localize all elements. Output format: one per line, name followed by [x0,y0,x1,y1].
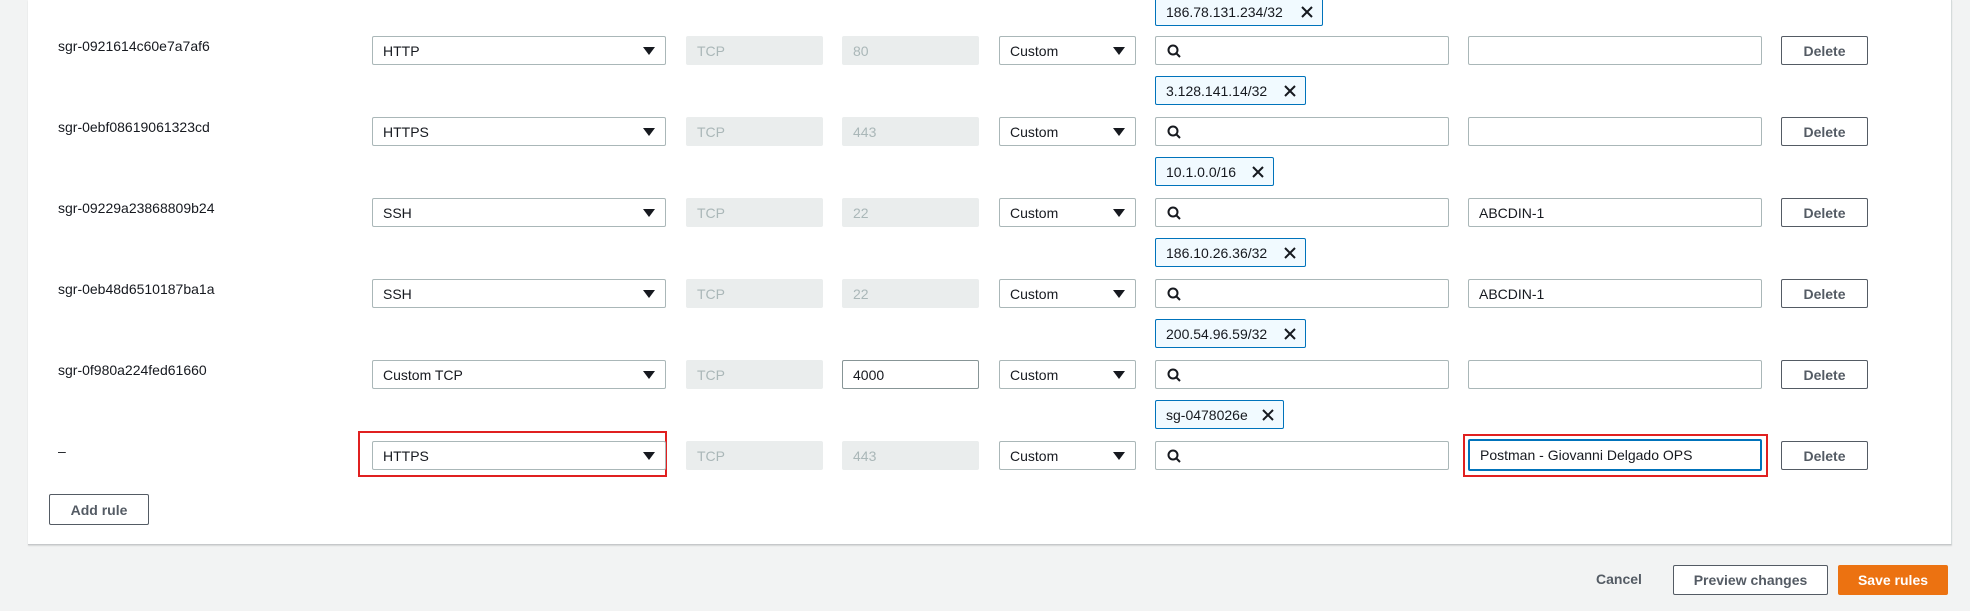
rule-type-select[interactable]: Custom TCP [372,360,666,389]
rule-id: sgr-09229a23868809b24 [58,200,215,216]
protocol-field: TCP [686,117,823,146]
source-token[interactable]: sg-0478026e [1155,400,1284,429]
remove-token-icon[interactable] [1283,246,1297,260]
description-input[interactable] [1468,36,1762,65]
chevron-down-icon [643,128,655,136]
protocol-field: TCP [686,441,823,470]
save-rules-button[interactable]: Save rules [1838,565,1948,595]
source-type-select[interactable]: Custom [999,36,1136,65]
delete-button[interactable]: Delete [1781,198,1868,227]
port-range-field: 22 [842,198,979,227]
source-type-select[interactable]: Custom [999,279,1136,308]
chevron-down-icon [1113,128,1125,136]
source-token[interactable]: 200.54.96.59/32 [1155,319,1306,348]
chevron-down-icon [1113,452,1125,460]
source-search-input[interactable] [1155,279,1449,308]
source-search-input[interactable] [1155,441,1449,470]
chevron-down-icon [643,371,655,379]
chevron-down-icon [643,47,655,55]
rule-id: sgr-0ebf08619061323cd [58,119,210,135]
remove-token-icon[interactable] [1251,165,1265,179]
chevron-down-icon [1113,47,1125,55]
rule-type-select[interactable]: HTTP [372,36,666,65]
chevron-down-icon [1113,371,1125,379]
source-type-select[interactable]: Custom [999,360,1136,389]
search-icon [1167,44,1181,58]
source-search-input[interactable] [1155,360,1449,389]
source-type-select[interactable]: Custom [999,117,1136,146]
chevron-down-icon [643,452,655,460]
source-type-select[interactable]: Custom [999,198,1136,227]
search-icon [1167,449,1181,463]
description-input[interactable] [1468,360,1762,389]
port-range-field: 443 [842,441,979,470]
source-token[interactable]: 186.78.131.234/32 [1155,0,1323,26]
rule-id: sgr-0f980a224fed61660 [58,362,207,378]
protocol-field: TCP [686,198,823,227]
delete-button[interactable]: Delete [1781,441,1868,470]
source-token[interactable]: 186.10.26.36/32 [1155,238,1306,267]
source-search-input[interactable] [1155,117,1449,146]
remove-token-icon[interactable] [1283,327,1297,341]
protocol-field: TCP [686,360,823,389]
chevron-down-icon [1113,209,1125,217]
source-token[interactable]: 10.1.0.0/16 [1155,157,1274,186]
delete-button[interactable]: Delete [1781,36,1868,65]
chevron-down-icon [643,209,655,217]
rule-type-select[interactable]: SSH [372,279,666,308]
port-range-input[interactable]: 4000 [842,360,979,389]
source-type-select[interactable]: Custom [999,441,1136,470]
port-range-field: 443 [842,117,979,146]
rule-type-select[interactable]: HTTPS [372,441,666,470]
description-input[interactable]: ABCDIN-1 [1468,279,1762,308]
rule-id: sgr-0921614c60e7a7af6 [58,38,210,54]
delete-button[interactable]: Delete [1781,360,1868,389]
cancel-button[interactable]: Cancel [1596,571,1642,587]
rule-id: – [58,443,66,459]
description-input[interactable] [1468,117,1762,146]
protocol-field: TCP [686,279,823,308]
rule-type-select[interactable]: HTTPS [372,117,666,146]
source-search-input[interactable] [1155,36,1449,65]
preview-changes-button[interactable]: Preview changes [1673,565,1828,595]
port-range-field: 80 [842,36,979,65]
description-input[interactable]: Postman - Giovanni Delgado OPS [1468,439,1762,471]
search-icon [1167,287,1181,301]
remove-token-icon[interactable] [1261,408,1275,422]
source-token[interactable]: 3.128.141.14/32 [1155,76,1306,105]
add-rule-button[interactable]: Add rule [49,494,149,525]
remove-token-icon[interactable] [1283,84,1297,98]
search-icon [1167,125,1181,139]
search-icon [1167,368,1181,382]
source-search-input[interactable] [1155,198,1449,227]
chevron-down-icon [643,290,655,298]
remove-token-icon[interactable] [1300,5,1314,19]
rule-id: sgr-0eb48d6510187ba1a [58,281,215,297]
delete-button[interactable]: Delete [1781,117,1868,146]
port-range-field: 22 [842,279,979,308]
chevron-down-icon [1113,290,1125,298]
description-input[interactable]: ABCDIN-1 [1468,198,1762,227]
protocol-field: TCP [686,36,823,65]
delete-button[interactable]: Delete [1781,279,1868,308]
rule-type-select[interactable]: SSH [372,198,666,227]
search-icon [1167,206,1181,220]
